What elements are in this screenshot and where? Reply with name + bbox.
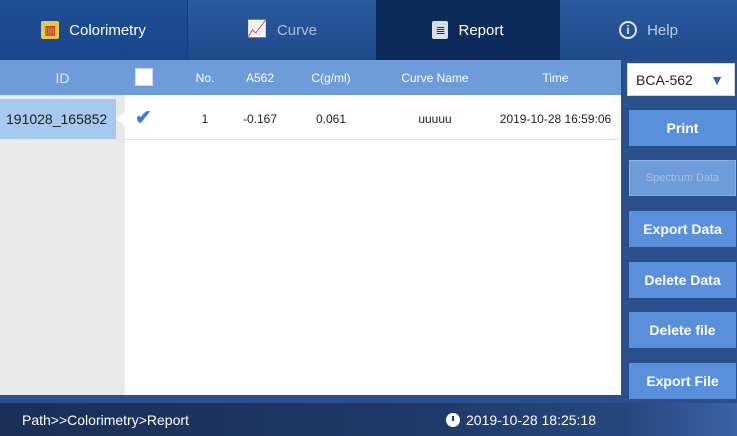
help-icon: i	[619, 21, 638, 39]
datetime-display: 2019-10-28 18:25:18	[446, 403, 596, 436]
status-bar: Path>>Colorimetry>Report 2019-10-28 18:2…	[0, 403, 737, 436]
spectrum-data-button[interactable]: Spectrum Data	[629, 160, 736, 196]
clock-icon	[446, 412, 460, 427]
top-tab-bar: ▥ Colorimetry 📈 Curve ≣ Report i Help	[0, 0, 737, 60]
select-all-checkbox[interactable]	[135, 68, 153, 86]
export-file-button[interactable]: Export File	[629, 363, 736, 399]
tab-curve[interactable]: 📈 Curve	[188, 0, 376, 60]
method-select-value: BCA-562	[636, 71, 693, 88]
dropdown-arrow-icon: ▼	[710, 72, 724, 88]
cell-no: 1	[201, 112, 209, 126]
tab-colorimetry[interactable]: ▥ Colorimetry	[0, 0, 188, 60]
tab-curve-label: Curve	[276, 21, 317, 39]
curve-icon: 📈	[247, 21, 267, 38]
export-data-button[interactable]: Export Data	[629, 211, 736, 247]
delete-data-button[interactable]: Delete Data	[629, 262, 736, 298]
id-column-header: ID	[0, 60, 125, 95]
report-icon: ≣	[432, 21, 449, 39]
id-list-item-selected[interactable]: 191028_165852	[0, 99, 128, 139]
table-row[interactable]: ✔ 1 -0.167 0.061 uuuuu 2019-10-28 16:59:…	[125, 99, 621, 140]
cell-a562: -0.167	[242, 112, 278, 126]
tab-help[interactable]: i Help	[560, 0, 737, 60]
row-checkbox-checked[interactable]: ✔	[135, 108, 153, 128]
print-button[interactable]: Print	[629, 110, 736, 146]
delete-file-button[interactable]: Delete file	[629, 312, 736, 348]
table-header-row: No. A562 C(g/ml) Curve Name Time	[125, 60, 621, 95]
tab-colorimetry-label: Colorimetry	[69, 21, 146, 39]
cell-curve-name: uuuuu	[418, 112, 452, 126]
breadcrumb: Path>>Colorimetry>Report	[22, 411, 189, 428]
datetime-text: 2019-10-28 18:25:18	[466, 411, 596, 428]
cell-concentration: 0.061	[315, 112, 347, 126]
method-select[interactable]: BCA-562 ▼	[627, 63, 735, 96]
report-table: No. A562 C(g/ml) Curve Name Time ✔ 1 -0.…	[125, 60, 621, 395]
header-time: Time	[542, 70, 569, 85]
cell-time: 2019-10-28 16:59:06	[499, 112, 612, 126]
tab-report[interactable]: ≣ Report	[376, 0, 560, 60]
header-no: No.	[195, 70, 215, 85]
id-list-item-label: 191028_165852	[6, 111, 108, 127]
header-concentration: C(g/ml)	[311, 70, 351, 85]
colorimetry-icon: ▥	[41, 21, 60, 39]
header-a562: A562	[245, 70, 275, 85]
tab-help-label: Help	[647, 21, 678, 39]
tab-report-label: Report	[458, 21, 504, 39]
header-curve-name: Curve Name	[401, 70, 469, 85]
